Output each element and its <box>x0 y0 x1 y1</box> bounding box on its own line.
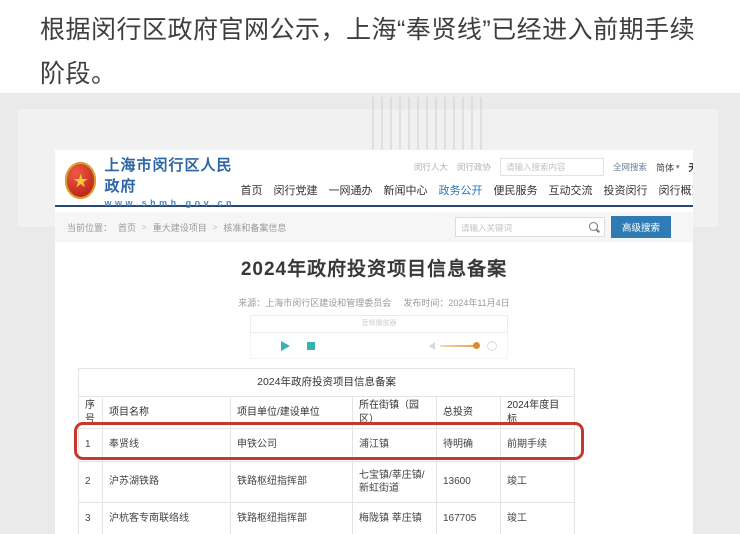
site-search-input[interactable] <box>500 158 604 176</box>
language-select-label: 简体 <box>656 161 674 174</box>
table-cell: 167705 <box>437 503 501 534</box>
nav-item-interaction[interactable]: 互动交流 <box>549 182 593 198</box>
nav-item-gov-info-active[interactable]: 政务公开 <box>439 182 483 198</box>
projects-table: 2024年政府投资项目信息备案 序号 项目名称 项目单位/建设单位 所在街镇（园… <box>78 368 575 534</box>
national-emblem-logo: ★ <box>65 162 96 199</box>
play-icon[interactable] <box>281 341 290 351</box>
table-row-fengxian-line: 1 奉贤线 申铁公司 浦江镇 待明确 前期手续 <box>79 429 575 462</box>
audio-player-controls <box>250 333 508 359</box>
table-cell: 奉贤线 <box>103 429 231 462</box>
accessibility-link[interactable]: 无障碍 <box>688 160 693 174</box>
site-search-button[interactable]: 全网搜索 <box>613 161 647 173</box>
table-cell: 铁路枢纽指挥部 <box>231 462 353 503</box>
table-cell: 3 <box>79 503 103 534</box>
breadcrumb-separator: > <box>213 223 218 232</box>
col-header-project-name: 项目名称 <box>103 397 231 429</box>
brand-text: 上海市闵行区人民政府 www.shmh.gov.cn <box>104 154 240 208</box>
advanced-search-button[interactable]: 高级搜索 <box>611 216 671 238</box>
article-meta: 来源：上海市闵行区建设和管理委员会 发布时间：2024年11月4日 <box>55 296 693 309</box>
col-header-town: 所在街镇（园区） <box>353 397 437 429</box>
audio-player-caption: 音频播放器 <box>250 315 508 333</box>
site-url: www.shmh.gov.cn <box>104 198 240 208</box>
table-cell: 前期手续 <box>501 429 575 462</box>
screenshot-backdrop: ★ 上海市闵行区人民政府 www.shmh.gov.cn 闵行人大 闵行政协 全… <box>0 93 740 534</box>
nav-item-one-stop[interactable]: 一网通办 <box>329 182 373 198</box>
table-row-husuhu-railway: 2 沪苏湖铁路 铁路枢纽指挥部 七宝镇/莘庄镇/新虹街道 13600 竣工 <box>79 462 575 503</box>
site-brand[interactable]: ★ 上海市闵行区人民政府 www.shmh.gov.cn <box>65 156 241 205</box>
screenshot-page: 根据闵行区政府官网公示，上海“奉贤线”已经进入前期手续阶段。 ★ 上海市闵行区人… <box>0 0 740 534</box>
col-header-unit: 项目单位/建设单位 <box>231 397 353 429</box>
table-cell: 沪杭客专南联络线 <box>103 503 231 534</box>
chevron-down-icon: ▾ <box>676 163 680 171</box>
volume-slider-knob[interactable] <box>473 342 480 349</box>
table-cell: 2 <box>79 462 103 503</box>
table-cell: 13600 <box>437 462 501 503</box>
main-nav: 首页 闵行党建 一网通办 新闻中心 政务公开 便民服务 互动交流 投资闵行 闵行… <box>241 182 693 202</box>
article-publish-date: 发布时间：2024年11月4日 <box>403 296 509 309</box>
volume-control <box>429 341 497 351</box>
table-cell: 梅陇镇 莘庄镇 <box>353 503 437 534</box>
table-row-huhang-link-line: 3 沪杭客专南联络线 铁路枢纽指挥部 梅陇镇 莘庄镇 167705 竣工 <box>79 503 575 534</box>
article-source: 来源：上海市闵行区建设和管理委员会 <box>238 296 391 309</box>
table-header-row: 序号 项目名称 项目单位/建设单位 所在街镇（园区） 总投资 2024年度目标 <box>79 397 575 429</box>
keyword-search-input[interactable] <box>456 219 592 237</box>
site-title: 上海市闵行区人民政府 <box>104 154 240 196</box>
link-minhang-renda[interactable]: 闵行人大 <box>414 161 448 173</box>
col-header-annual-goal: 2024年度目标 <box>501 397 575 429</box>
stop-icon[interactable] <box>307 342 315 350</box>
gov-site-screenshot: ★ 上海市闵行区人民政府 www.shmh.gov.cn 闵行人大 闵行政协 全… <box>55 150 693 534</box>
nav-item-public-services[interactable]: 便民服务 <box>494 182 538 198</box>
breadcrumb-label: 当前位置： <box>67 221 112 234</box>
table-cell: 1 <box>79 429 103 462</box>
breadcrumb: 当前位置： 首页 > 重大建设项目 > 核准和备案信息 <box>67 221 286 234</box>
volume-slider[interactable] <box>440 345 478 347</box>
nav-item-invest-minhang[interactable]: 投资闵行 <box>604 182 648 198</box>
nav-item-party-building[interactable]: 闵行党建 <box>274 182 318 198</box>
keyword-search-group: 高级搜索 <box>455 216 671 238</box>
table-cell: 申铁公司 <box>231 429 353 462</box>
loop-icon <box>487 341 497 351</box>
header-utility-row: 闵行人大 闵行政协 全网搜索 简体 ▾ 无障碍 关怀版 <box>414 158 693 176</box>
audio-player: 音频播放器 <box>250 315 508 359</box>
breadcrumb-bar: 当前位置： 首页 > 重大建设项目 > 核准和备案信息 高级搜索 <box>55 212 693 242</box>
header-right: 闵行人大 闵行政协 全网搜索 简体 ▾ 无障碍 关怀版 首页 闵行党建 <box>241 156 693 205</box>
breadcrumb-item-major-projects[interactable]: 重大建设项目 <box>153 221 207 234</box>
speaker-icon <box>429 342 435 350</box>
article-intro-text: 根据闵行区政府官网公示，上海“奉贤线”已经进入前期手续阶段。 <box>40 8 708 96</box>
breadcrumb-item-filing-info[interactable]: 核准和备案信息 <box>223 221 286 234</box>
breadcrumb-item-home[interactable]: 首页 <box>118 221 136 234</box>
search-icon[interactable] <box>589 222 598 231</box>
nav-item-minhang-overview[interactable]: 闵行概览 <box>659 182 693 198</box>
table-cell: 竣工 <box>501 462 575 503</box>
table-cell: 沪苏湖铁路 <box>103 462 231 503</box>
col-header-investment: 总投资 <box>437 397 501 429</box>
keyword-search-box <box>455 217 605 237</box>
table-cell: 七宝镇/莘庄镇/新虹街道 <box>353 462 437 503</box>
table-caption: 2024年政府投资项目信息备案 <box>79 369 575 397</box>
nav-item-news-center[interactable]: 新闻中心 <box>384 182 428 198</box>
table-cell: 待明确 <box>437 429 501 462</box>
link-minhang-zhengxie[interactable]: 闵行政协 <box>457 161 491 173</box>
breadcrumb-separator: > <box>142 223 147 232</box>
site-header: ★ 上海市闵行区人民政府 www.shmh.gov.cn 闵行人大 闵行政协 全… <box>55 150 693 207</box>
language-select[interactable]: 简体 ▾ <box>656 161 680 174</box>
page-title: 2024年政府投资项目信息备案 <box>55 254 693 281</box>
col-header-index: 序号 <box>79 397 103 429</box>
table-cell: 铁路枢纽指挥部 <box>231 503 353 534</box>
nav-item-home[interactable]: 首页 <box>241 182 263 198</box>
table-caption-row: 2024年政府投资项目信息备案 <box>79 369 575 397</box>
table-cell: 竣工 <box>501 503 575 534</box>
table-cell: 浦江镇 <box>353 429 437 462</box>
emblem-star-icon: ★ <box>73 172 89 190</box>
